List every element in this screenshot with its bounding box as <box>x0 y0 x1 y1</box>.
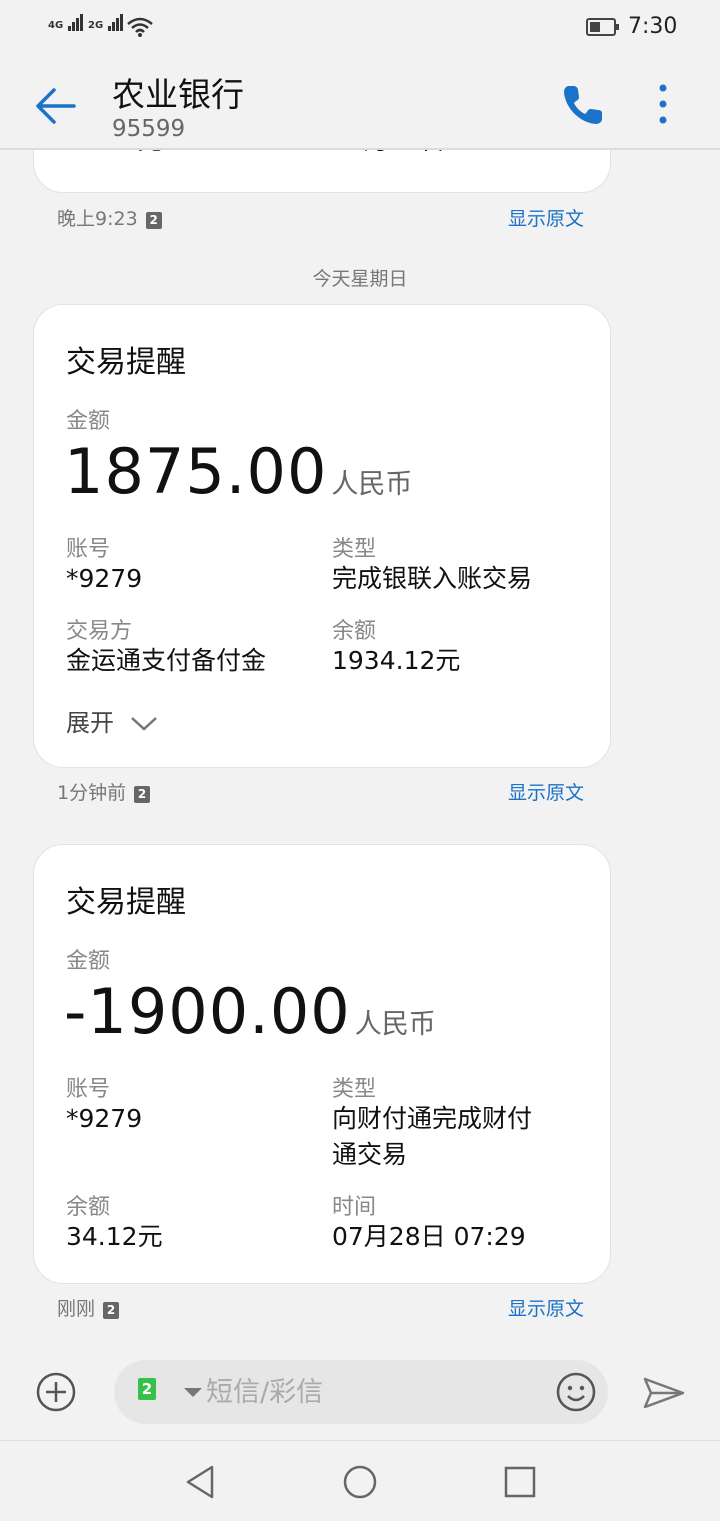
account-label: 账号 <box>66 1077 111 1102</box>
more-vertical-icon[interactable] <box>652 82 674 128</box>
balance-label: 余额 <box>332 619 377 644</box>
transaction-card-1[interactable]: 交易提醒 金额 1875.00 人民币 账号 *9279 类型 完成银联入账交易 … <box>33 304 611 768</box>
square-recents-icon[interactable] <box>501 1463 539 1501</box>
clock: 7:30 <box>628 14 678 39</box>
date-separator: 今天星期日 <box>312 268 408 290</box>
amount-value: -1900.00 人民币 <box>64 975 436 1048</box>
triangle-back-icon[interactable] <box>182 1463 220 1501</box>
chevron-down-icon <box>130 717 157 731</box>
message-time: 1分钟前 <box>57 782 127 804</box>
signal-2-label: 2G <box>88 20 104 31</box>
wifi-icon <box>127 17 153 37</box>
balance-value: 1934.12元 <box>332 646 461 675</box>
caret-down-icon <box>184 1388 202 1397</box>
time-label: 时间 <box>332 1195 377 1220</box>
sim-card-icon: 2 <box>103 1302 120 1319</box>
show-original-button[interactable]: 显示原文 <box>508 204 584 231</box>
expand-label: 展开 <box>66 709 114 737</box>
message-time: 晚上9:23 <box>57 208 138 230</box>
currency-label: 人民币 <box>354 1009 436 1040</box>
amount-value: 1875.00 人民币 <box>64 435 412 508</box>
signal-2g-icon: 2G <box>88 14 124 31</box>
account-value: *9279 <box>66 564 143 593</box>
amount-number: 1875.00 <box>64 435 328 508</box>
signal-1-label: 4G <box>48 20 64 31</box>
balance-label: 余额 <box>66 1195 111 1220</box>
sim-selector[interactable]: 1 2 <box>138 1378 202 1408</box>
conversation-header: 农业银行 95599 <box>0 56 720 150</box>
signal-4g-icon: 4G <box>48 14 84 31</box>
party-value: 金运通支付备付金 <box>66 646 267 675</box>
message-input[interactable] <box>206 1374 536 1410</box>
arrow-left-icon[interactable] <box>34 86 76 126</box>
send-icon[interactable] <box>642 1376 686 1410</box>
card-title: 交易提醒 <box>66 345 186 380</box>
show-original-button[interactable]: 显示原文 <box>508 1294 584 1321</box>
amount-label: 金额 <box>66 409 111 434</box>
contact-name: 农业银行 <box>112 75 244 114</box>
type-label: 类型 <box>332 1077 377 1102</box>
message-1-meta: 1分钟前 2 <box>57 778 151 805</box>
card-title: 交易提醒 <box>66 885 186 920</box>
type-label: 类型 <box>332 537 377 562</box>
system-nav-bar <box>0 1440 720 1521</box>
message-2-meta: 刚刚 2 <box>57 1294 120 1321</box>
smiley-icon[interactable] <box>556 1372 596 1412</box>
contact-number: 95599 <box>112 116 186 142</box>
amount-label: 金额 <box>66 949 111 974</box>
battery-fill <box>590 22 600 32</box>
expand-button[interactable]: 展开 <box>66 703 158 738</box>
show-original-button[interactable]: 显示原文 <box>508 778 584 805</box>
phone-icon[interactable] <box>560 82 606 128</box>
sim-card-icon: 2 <box>134 786 151 803</box>
balance-value: 34.12元 <box>66 1222 163 1251</box>
message-input-box: 1 2 <box>114 1360 608 1424</box>
type-value: 完成银联入账交易 <box>332 564 533 593</box>
sim-card-icon: 2 <box>145 212 162 229</box>
message-time: 刚刚 <box>57 1298 96 1320</box>
circle-home-icon[interactable] <box>341 1463 379 1501</box>
time-value: 07月28日 07:29 <box>332 1222 526 1251</box>
account-value: *9279 <box>66 1104 143 1133</box>
type-value-line1: 向财付通完成财付 <box>332 1104 533 1133</box>
account-label: 账号 <box>66 537 111 562</box>
compose-bar: 1 2 <box>0 1346 720 1440</box>
currency-label: 人民币 <box>331 469 413 500</box>
status-bar: 4G 2G 7:30 <box>0 0 720 56</box>
amount-number: -1900.00 <box>64 975 351 1048</box>
previous-message-meta: 晚上9:23 2 <box>57 204 162 231</box>
party-label: 交易方 <box>66 619 133 644</box>
sim-2-icon: 2 <box>138 1378 156 1400</box>
transaction-card-2[interactable]: 交易提醒 金额 -1900.00 人民币 账号 *9279 类型 向财付通完成财付… <box>33 844 611 1284</box>
type-value-line2: 通交易 <box>332 1140 408 1169</box>
battery-icon <box>586 18 619 36</box>
plus-circle-icon[interactable] <box>36 1372 76 1412</box>
